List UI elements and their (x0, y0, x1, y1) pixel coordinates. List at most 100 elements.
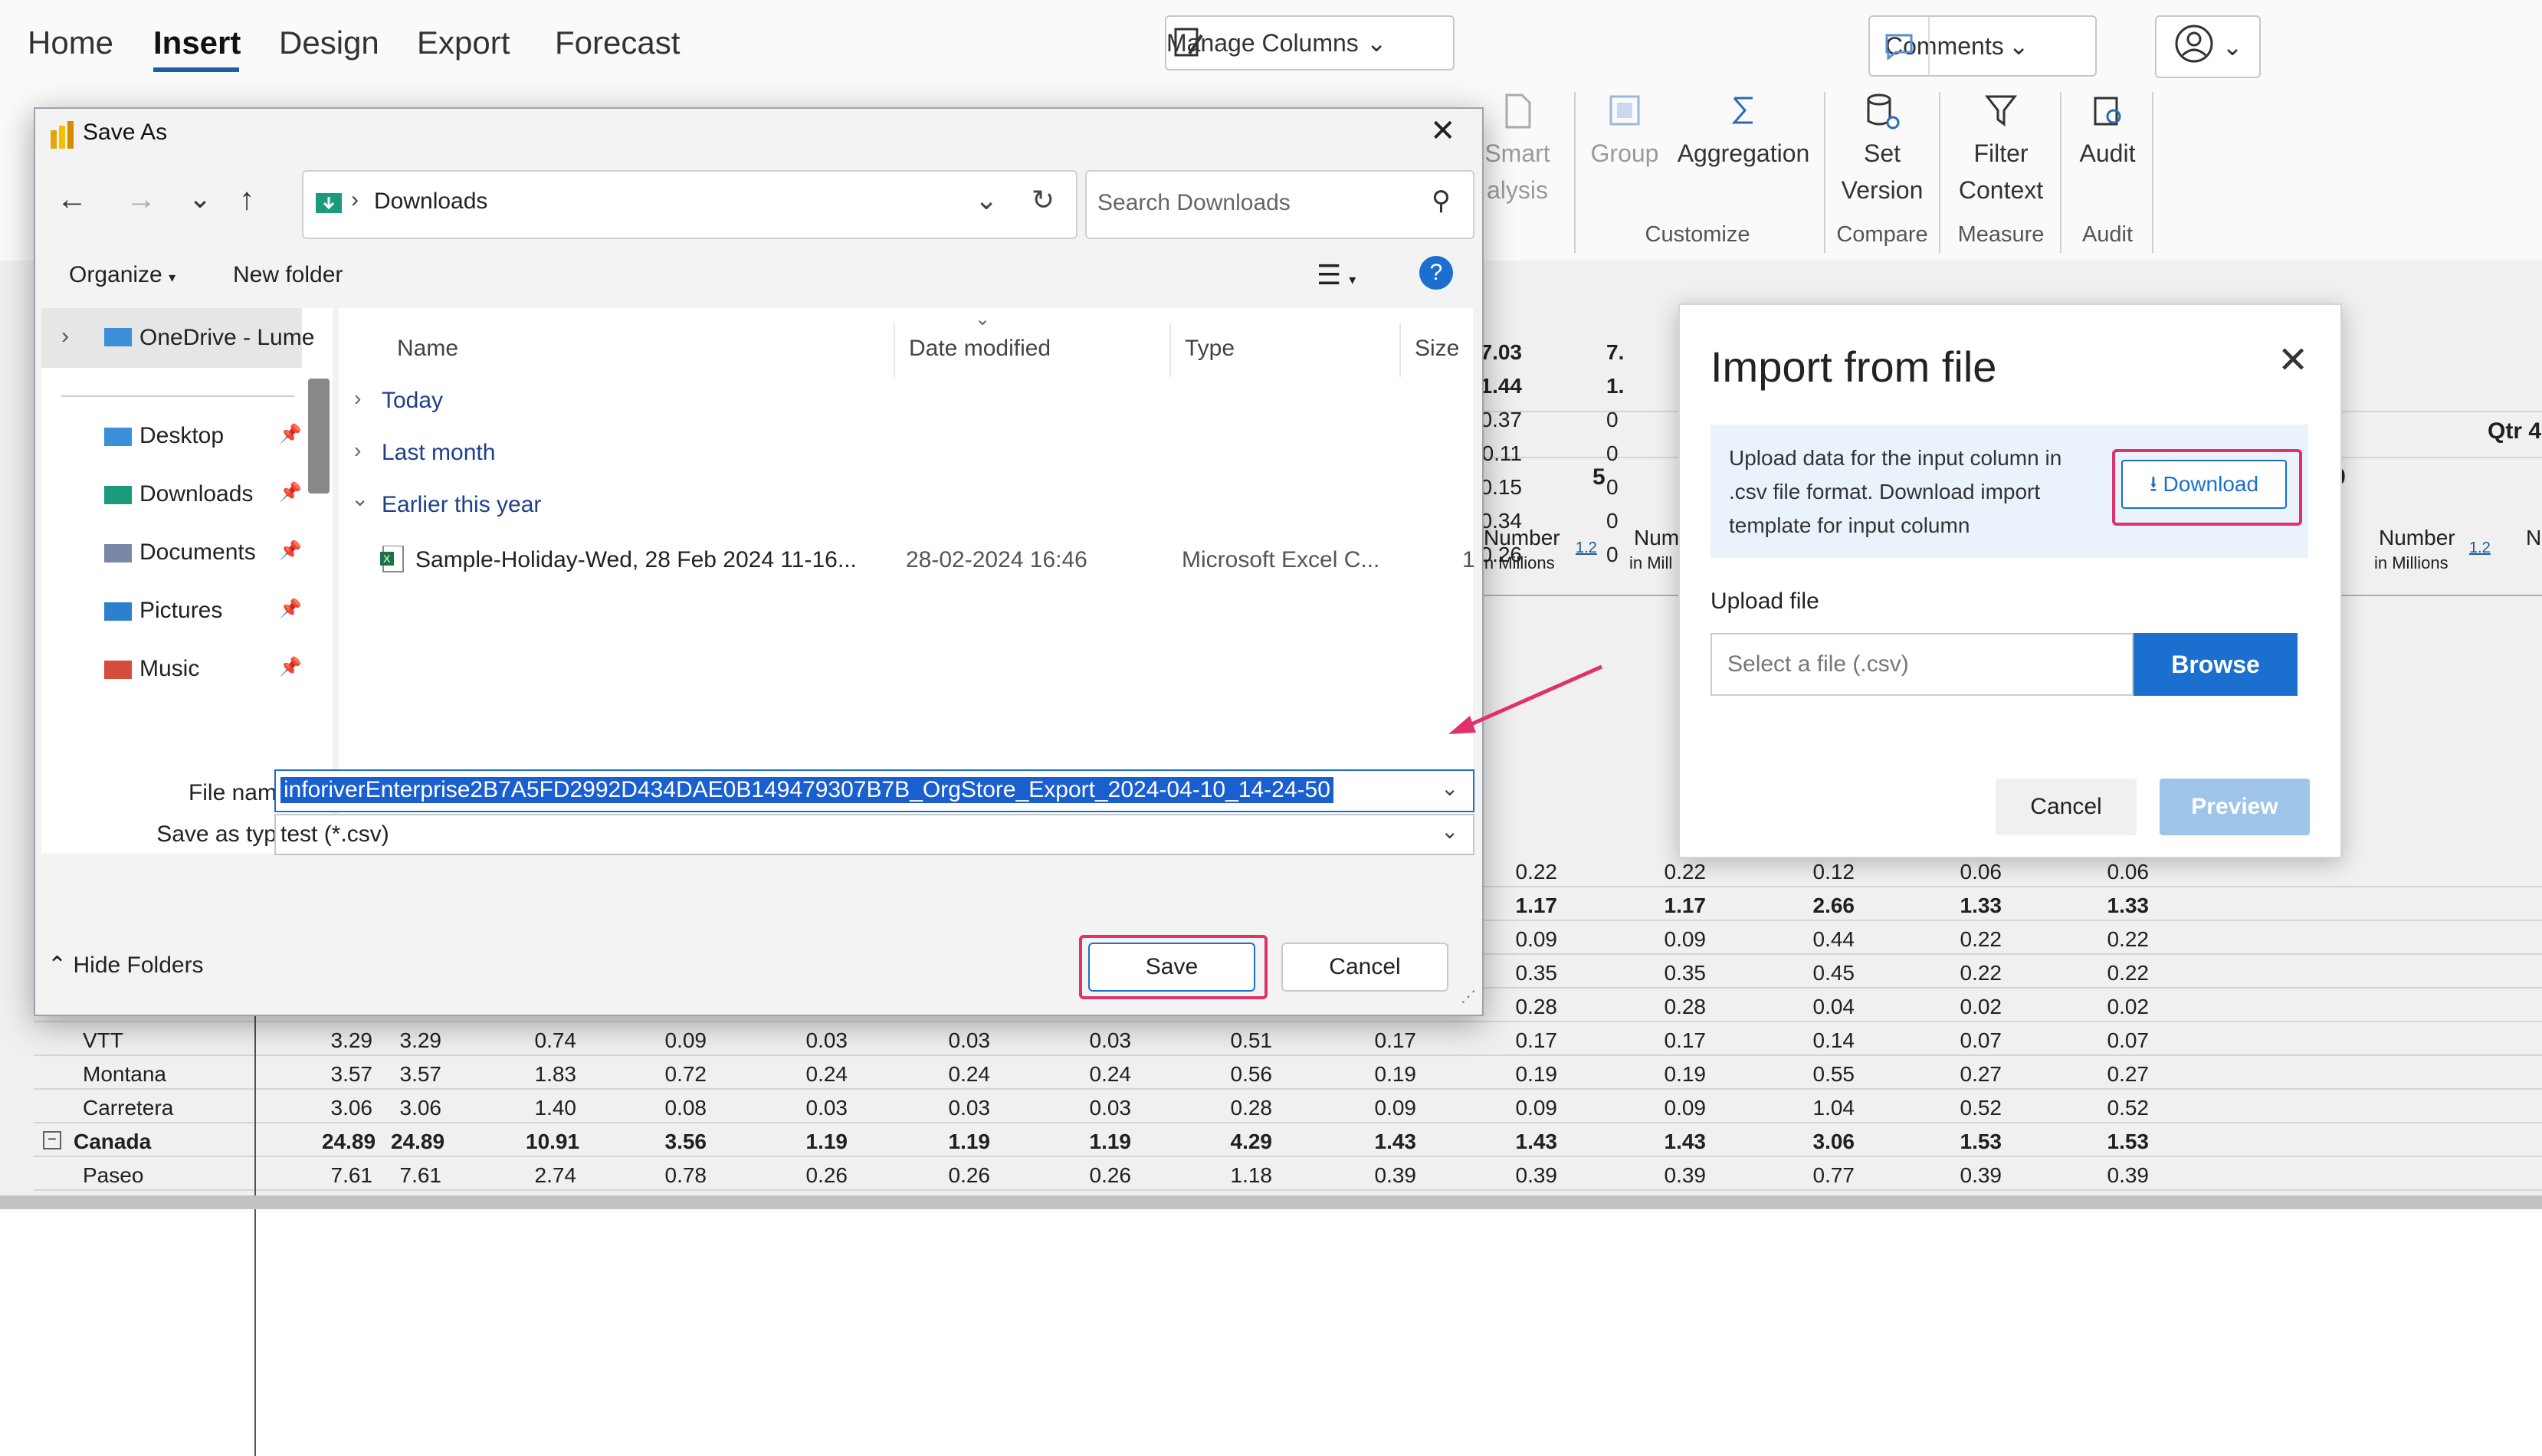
group-today[interactable]: Today (382, 388, 443, 414)
nav-item-pictures[interactable]: Pictures (139, 598, 222, 624)
group-last-month[interactable]: Last month (382, 440, 495, 466)
import-cancel-button[interactable]: Cancel (1996, 779, 2137, 835)
manage-columns-button[interactable]: Manage Columns ⌄ (1165, 15, 1455, 71)
documents-folder-icon (104, 541, 132, 568)
measure-caption: Measure (1957, 222, 2045, 247)
downloads-folder-icon (314, 189, 343, 220)
new-folder-button[interactable]: New folder (233, 262, 343, 288)
hide-folders-button[interactable]: ⌃ Hide Folders (48, 952, 204, 979)
nav-divider (61, 395, 294, 397)
nav-item-desktop[interactable]: Desktop (139, 423, 224, 449)
comment-add-icon (1870, 17, 1930, 75)
group-button[interactable]: Group (1586, 92, 1663, 172)
chevron-up-icon: ⌃ (48, 953, 67, 978)
address-bar[interactable]: › Downloads ⌄ ↻ (302, 170, 1077, 239)
column-size[interactable]: Size (1415, 336, 1459, 362)
menu-home[interactable]: Home (28, 25, 113, 61)
chevron-right-icon[interactable]: › (354, 386, 361, 411)
smart-analysis-button[interactable]: Smart alysis (1479, 92, 1556, 208)
file-type-cell: Microsoft Excel C... (1182, 547, 1380, 572)
user-menu-button[interactable]: ⌄ (2155, 15, 2261, 78)
import-info-box: Upload data for the input column in .csv… (1711, 425, 2308, 558)
sort-chevron-icon: ⌄ (975, 309, 991, 330)
nav-item-onedrive[interactable]: OneDrive - Lume (139, 325, 314, 351)
active-menu-underline (153, 67, 239, 72)
download-label: Download (2163, 472, 2259, 496)
context-label: Context (1958, 176, 2044, 204)
chevron-right-icon[interactable]: › (354, 438, 361, 463)
view-options-icon[interactable]: ☰ ▾ (1317, 259, 1356, 291)
save-type-value: test (*.csv) (280, 821, 389, 847)
svg-text:X: X (383, 553, 391, 565)
audit-button[interactable]: Audit (2069, 92, 2146, 172)
help-icon[interactable]: ? (1419, 256, 1453, 290)
import-dialog: Import from file ✕ Upload data for the i… (1678, 303, 2342, 858)
recent-locations-chevron-icon[interactable]: ⌄ (189, 182, 212, 215)
forward-arrow-icon[interactable]: → (126, 182, 156, 217)
aggregation-label: Aggregation (1677, 139, 1810, 167)
preview-button[interactable]: Preview (2160, 779, 2310, 835)
nav-item-documents[interactable]: Documents (139, 539, 256, 566)
menu-insert[interactable]: Insert (153, 25, 241, 61)
cancel-button[interactable]: Cancel (1281, 943, 1448, 992)
upload-label: Upload file (1711, 589, 1819, 614)
set-version-button[interactable]: Set Version (1836, 92, 1928, 208)
file-name-field[interactable]: inforiverEnterprise2B7A5FD2992D434DAE0B1… (274, 769, 1474, 812)
chevron-down-icon[interactable]: ⌄ (1441, 776, 1458, 801)
search-placeholder: Search Downloads (1097, 190, 1291, 215)
close-icon[interactable]: ✕ (2278, 339, 2308, 382)
comments-button[interactable]: Comments ⌄ (1868, 15, 2097, 77)
nav-item-music[interactable]: Music (139, 656, 199, 682)
expand-chevron-icon[interactable]: › (61, 323, 69, 349)
column-date-modified[interactable]: Date modified (909, 336, 1051, 362)
menu-design[interactable]: Design (279, 25, 379, 61)
customize-caption: Customize (1645, 222, 1750, 247)
ribbon-separator (1824, 92, 1825, 253)
menu-forecast[interactable]: Forecast (555, 25, 680, 61)
column-type[interactable]: Type (1185, 336, 1235, 362)
pin-icon[interactable]: 📌 (279, 598, 302, 620)
pin-icon[interactable]: 📌 (279, 481, 302, 503)
up-arrow-icon[interactable]: ↑ (239, 182, 254, 217)
menu-export[interactable]: Export (417, 25, 510, 61)
filter-label: Filter (1973, 139, 2029, 167)
sigma-icon (1671, 92, 1816, 135)
file-input[interactable]: Select a file (.csv) (1711, 633, 2134, 696)
search-input[interactable]: Search Downloads ⚲ (1085, 170, 1474, 239)
smart-analysis-icon (1479, 92, 1556, 135)
caret-down-icon: ▾ (169, 270, 176, 285)
smart-label: Smart (1484, 139, 1550, 167)
download-button[interactable]: ⭳ Download (2121, 460, 2287, 509)
group-earlier-this-year[interactable]: Earlier this year (382, 492, 541, 518)
chevron-down-icon[interactable]: ⌄ (1441, 818, 1458, 844)
annotation-arrow (1448, 664, 1603, 734)
pin-icon[interactable]: 📌 (279, 423, 302, 445)
pin-icon[interactable]: 📌 (279, 656, 302, 678)
organize-button[interactable]: Organize ▾ (69, 262, 175, 288)
refresh-icon[interactable]: ↻ (1032, 184, 1055, 216)
pin-icon[interactable]: 📌 (279, 539, 302, 562)
save-type-select[interactable]: test (*.csv) ⌄ (274, 814, 1474, 855)
download-icon: ⭳ (2149, 472, 2157, 496)
close-icon[interactable]: ✕ (1430, 113, 1456, 149)
breadcrumb-downloads[interactable]: Downloads (374, 189, 487, 215)
file-row[interactable]: X Sample-Holiday-Wed, 28 Feb 2024 11-16.… (372, 530, 1475, 584)
aggregation-button[interactable]: Aggregation (1671, 92, 1816, 172)
audit-caption: Audit (2081, 222, 2134, 247)
file-date-cell: 28-02-2024 16:46 (906, 547, 1087, 572)
nav-scrollbar[interactable] (308, 379, 330, 494)
browse-button[interactable]: Browse (2134, 633, 2298, 696)
filter-context-button[interactable]: Filter Context (1951, 92, 2051, 208)
ribbon-separator (2152, 92, 2153, 253)
group-label: Group (1590, 139, 1659, 167)
save-button[interactable]: Save (1088, 943, 1255, 992)
resize-grip-icon[interactable]: ⋰ (1461, 987, 1476, 1006)
nav-item-downloads[interactable]: Downloads (139, 481, 253, 507)
chevron-down-icon[interactable]: ⌄ (351, 486, 369, 511)
back-arrow-icon[interactable]: ← (57, 182, 87, 217)
group-icon (1586, 92, 1663, 135)
compare-caption: Compare (1836, 222, 1928, 247)
audit-label: Audit (2079, 139, 2136, 167)
address-dropdown-icon[interactable]: ⌄ (975, 184, 998, 216)
column-name[interactable]: Name (397, 336, 458, 362)
